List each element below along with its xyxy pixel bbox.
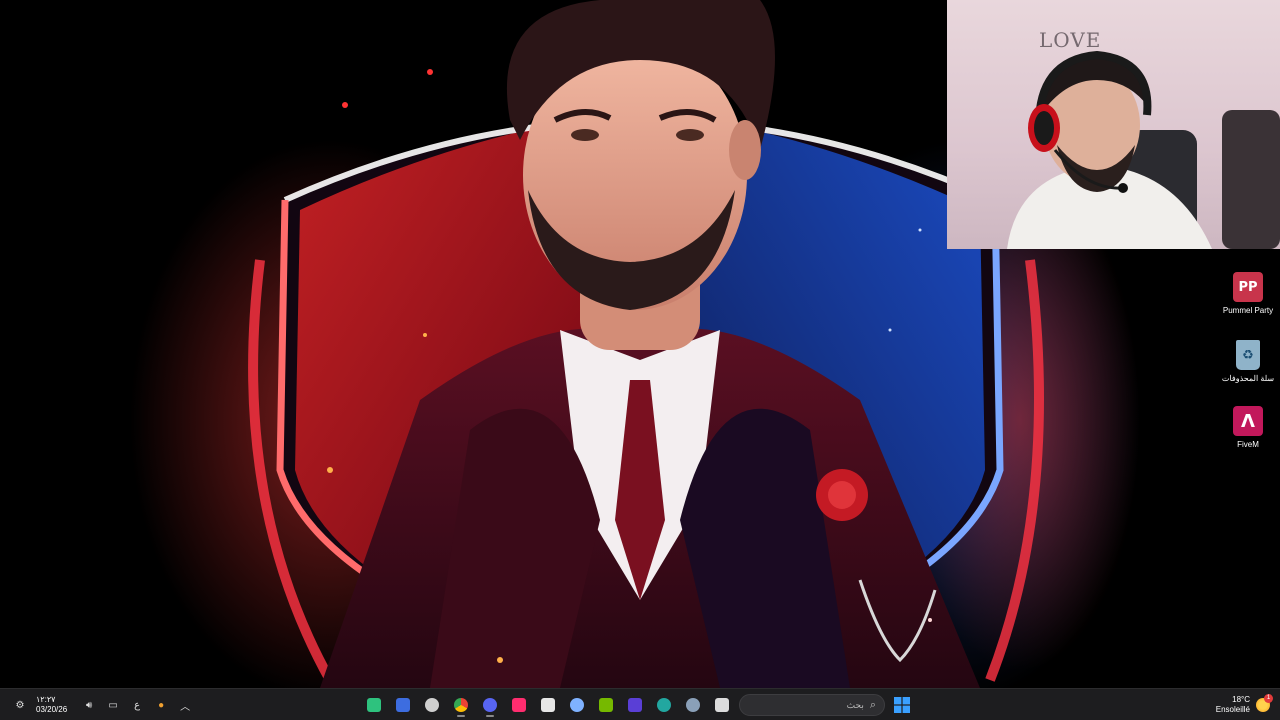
recycle-bin-icon: ♻ (1236, 340, 1260, 370)
network-icon[interactable]: ▭ (101, 693, 125, 717)
weather-condition: Ensoleillé (1215, 705, 1250, 714)
notification-badge: 1 (1264, 694, 1273, 703)
desktop-icon-fivem[interactable]: Λ FiveM (1216, 406, 1280, 449)
desktop-icon-recycle-bin[interactable]: ♻ سلة المحذوفات (1216, 340, 1280, 383)
webcam-overlay: LOVE (947, 0, 1280, 249)
taskbar-app-edge[interactable] (652, 693, 676, 717)
sun-icon: 1 (1256, 694, 1273, 712)
volume-icon[interactable]: 🔊︎ (77, 693, 101, 717)
taskbar-app-settings[interactable] (681, 693, 705, 717)
weather-widget[interactable]: 18°C Ensoleillé 1 (1216, 689, 1273, 720)
taskbar: ⚙ ١٢:٢٧ 03/20/26 🔊︎ ▭ ع ● ︿ بحث ⌕ 18°C E… (0, 688, 1280, 720)
taskbar-app-discord[interactable] (478, 693, 502, 717)
language-indicator[interactable]: ع (125, 693, 149, 717)
steam-icon (570, 698, 584, 712)
taskbar-app-file-explorer[interactable] (710, 693, 734, 717)
nvidia-icon (599, 698, 613, 712)
search-icon: ⌕ (869, 698, 876, 711)
taskbar-app-epic-games[interactable] (536, 693, 560, 717)
desktop-icon-pummel-party[interactable]: PP Pummel Party (1216, 272, 1280, 315)
taskbar-app-rockstar[interactable] (623, 693, 647, 717)
system-tray: ⚙ ١٢:٢٧ 03/20/26 🔊︎ ▭ ع ● ︿ (8, 689, 197, 720)
tv-icon (367, 698, 381, 712)
windows-icon (894, 697, 910, 713)
gear-icon (686, 698, 700, 712)
folder-icon (715, 698, 729, 712)
edge-icon (657, 698, 671, 712)
rockstar-icon (628, 698, 642, 712)
epic-icon (541, 698, 555, 712)
weather-temperature: 18°C (1232, 695, 1250, 704)
chevron-up-icon[interactable]: ︿ (173, 693, 197, 717)
taskbar-app-steam[interactable] (565, 693, 589, 717)
taskbar-app-obs[interactable] (420, 693, 444, 717)
weather-text: 18°C Ensoleillé (1216, 695, 1250, 715)
desktop-icon-label: Pummel Party (1222, 306, 1274, 315)
settings-tray-icon[interactable]: ⚙ (8, 693, 32, 717)
search-placeholder: بحث (846, 699, 864, 710)
taskbar-apps: بحث ⌕ (362, 689, 914, 720)
pummel-party-icon: PP (1233, 272, 1263, 302)
taskbar-app-nvidia[interactable] (594, 693, 618, 717)
discord-icon (483, 698, 497, 712)
streamer-figure (1007, 50, 1280, 249)
desktop-icon-label: FiveM (1237, 440, 1259, 449)
microphone-icon[interactable]: ● (149, 693, 173, 717)
notes-icon (396, 698, 410, 712)
tiktok-icon (512, 698, 526, 712)
taskbar-app-notes[interactable] (391, 693, 415, 717)
clock[interactable]: ١٢:٢٧ 03/20/26 (36, 695, 67, 715)
fivem-icon: Λ (1233, 406, 1263, 436)
taskbar-search[interactable]: بحث ⌕ (739, 694, 885, 716)
taskbar-app-chrome[interactable] (449, 693, 473, 717)
taskbar-app-tiktok[interactable] (507, 693, 531, 717)
clock-date: 03/20/26 (36, 705, 68, 714)
clock-time: ١٢:٢٧ (36, 695, 56, 704)
chrome-icon (454, 698, 468, 712)
start-button[interactable] (890, 693, 914, 717)
obs-icon (425, 698, 439, 712)
desktop-icon-label: سلة المحذوفات (1221, 374, 1275, 383)
taskbar-app-tradingview[interactable] (362, 693, 386, 717)
